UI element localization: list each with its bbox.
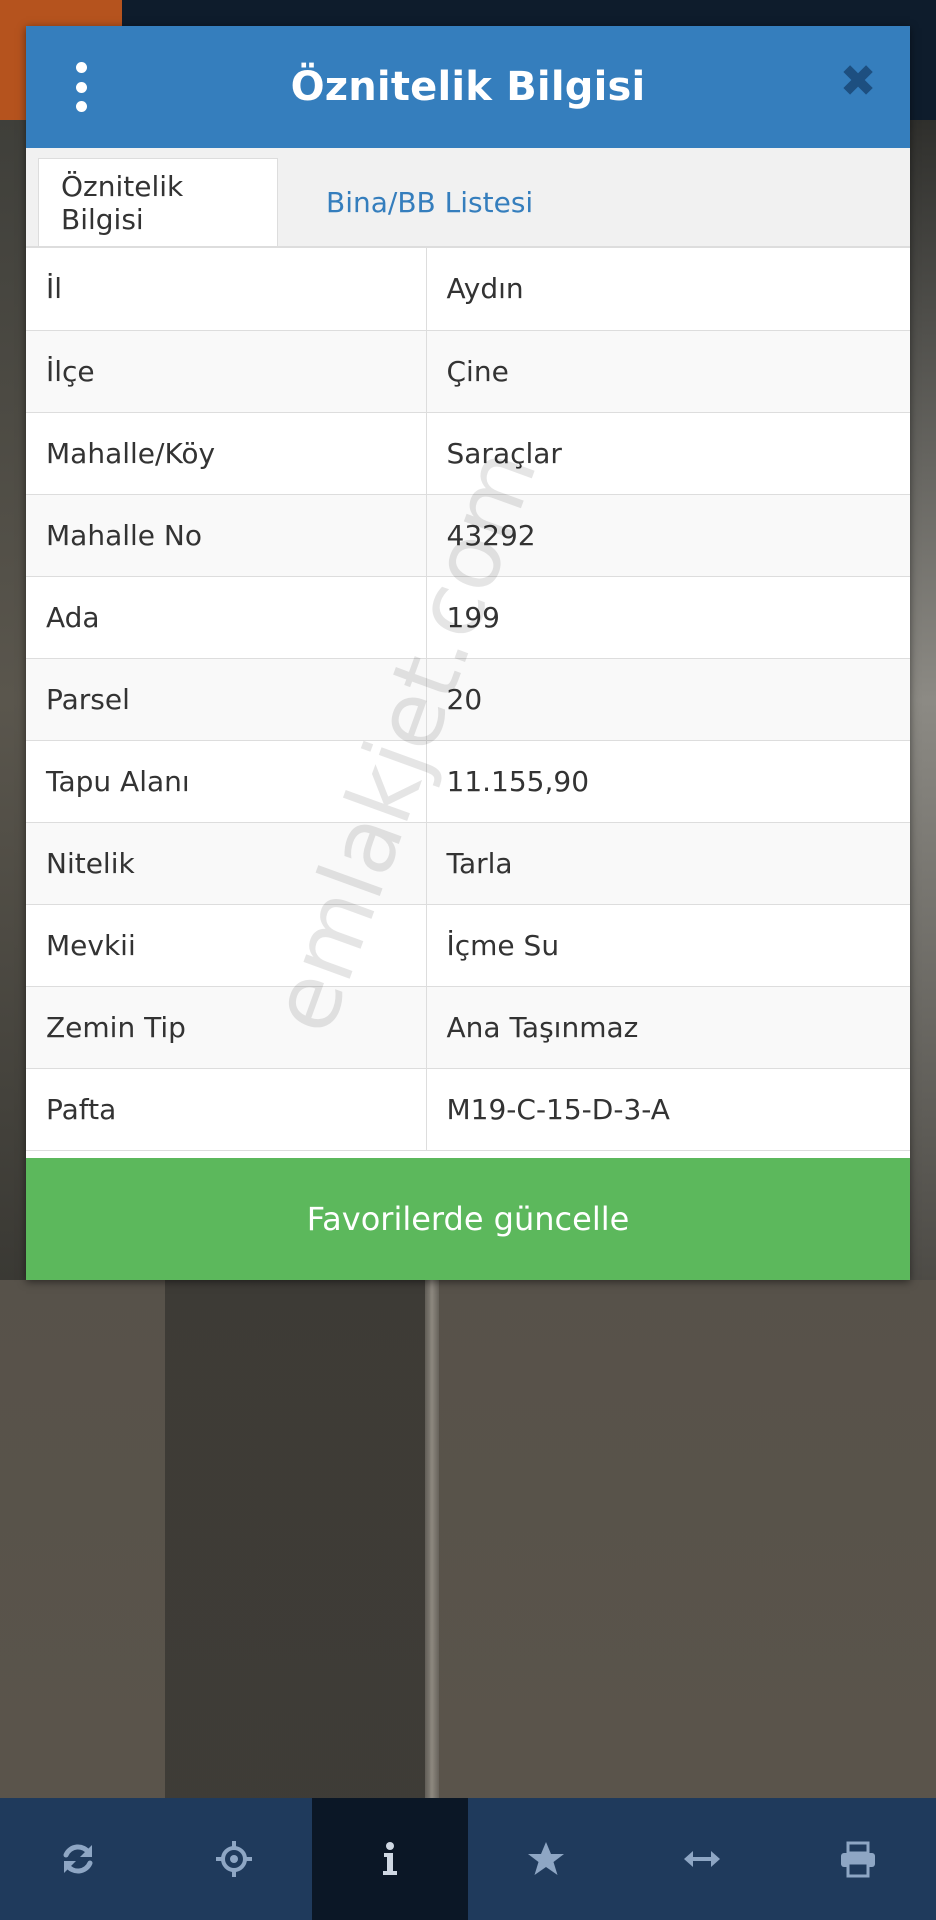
attribute-key: İlçe [26, 330, 427, 413]
locate-button[interactable] [156, 1798, 312, 1920]
refresh-button[interactable] [0, 1798, 156, 1920]
update-favorites-button[interactable]: Favorilerde güncelle [26, 1158, 910, 1280]
attribute-value: M19-C-15-D-3-A [426, 1068, 910, 1151]
print-icon [841, 1841, 875, 1878]
star-icon [528, 1842, 564, 1875]
attribute-value: Çine [426, 330, 910, 413]
favorites-button[interactable] [468, 1798, 624, 1920]
attribute-key: Mahalle No [26, 494, 427, 577]
info-icon [383, 1842, 397, 1875]
refresh-icon [63, 1844, 93, 1874]
attribute-key: Mahalle/Köy [26, 412, 427, 495]
table-row: Mevkii İçme Su [26, 904, 910, 987]
table-row: İl Aydın [26, 248, 910, 331]
print-button[interactable] [780, 1798, 936, 1920]
close-icon[interactable]: ✖ [836, 60, 880, 104]
attribute-key: Pafta [26, 1068, 427, 1151]
dialog-tabs: Öznitelik Bilgisi Bina/BB Listesi [26, 148, 910, 248]
attribute-value: Aydın [426, 248, 910, 331]
map-edge-right [910, 120, 936, 1280]
attribute-key: Zemin Tip [26, 986, 427, 1069]
attribute-key: Ada [26, 576, 427, 659]
dialog-header: Öznitelik Bilgisi ✖ [26, 26, 910, 148]
measure-arrows-icon [684, 1851, 720, 1867]
attribute-value: Ana Taşınmaz [426, 986, 910, 1069]
map-edge-left [0, 120, 26, 1280]
attribute-value: Tarla [426, 822, 910, 905]
attribute-value: İçme Su [426, 904, 910, 987]
bottom-toolbar [0, 1798, 936, 1920]
measure-button[interactable] [624, 1798, 780, 1920]
table-row: Nitelik Tarla [26, 822, 910, 905]
crosshair-icon [216, 1841, 252, 1877]
attribute-value: 11.155,90 [426, 740, 910, 823]
attribute-key: İl [26, 248, 427, 331]
info-button[interactable] [312, 1798, 468, 1920]
tab-attribute-info[interactable]: Öznitelik Bilgisi [38, 158, 278, 246]
table-row: İlçe Çine [26, 330, 910, 413]
table-row: Tapu Alanı 11.155,90 [26, 740, 910, 823]
tab-building-list[interactable]: Bina/BB Listesi [304, 158, 555, 246]
dialog-menu-icon[interactable] [70, 62, 92, 112]
attribute-value: 20 [426, 658, 910, 741]
dialog-title: Öznitelik Bilgisi [290, 64, 646, 110]
table-row: Pafta M19-C-15-D-3-A [26, 1068, 910, 1151]
table-row: Zemin Tip Ana Taşınmaz [26, 986, 910, 1069]
map-road [425, 1280, 439, 1798]
